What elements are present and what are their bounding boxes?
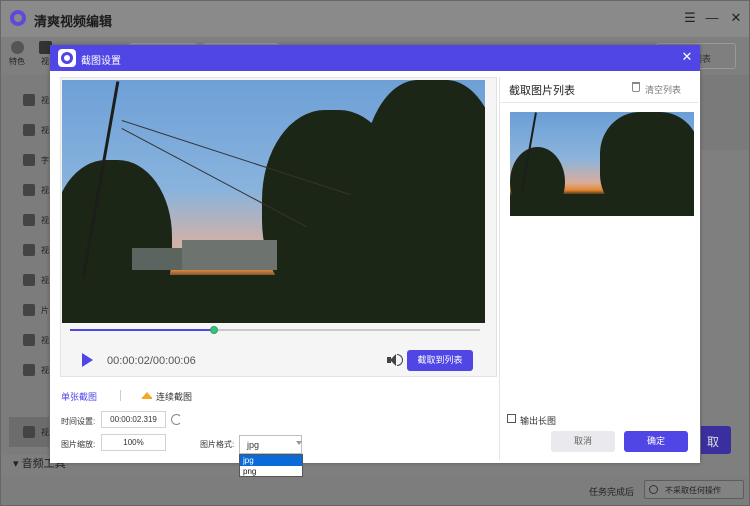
tool-icon	[23, 244, 35, 256]
after-task-select[interactable]: 不采取任何操作	[644, 480, 744, 499]
sidebar: 视 视 字 视 视 视 视 片 视 视 视	[1, 75, 51, 455]
progress-knob[interactable]	[209, 326, 218, 334]
tool-icon	[23, 274, 35, 286]
dialog-title: 截图设置	[81, 56, 121, 67]
sidebar-item[interactable]: 片	[9, 295, 49, 325]
tool-icon	[23, 214, 35, 226]
tool-icon	[23, 184, 35, 196]
capture-list-title: 截取图片列表	[509, 85, 575, 97]
sidebar-item[interactable]: 视	[9, 235, 49, 265]
house-shape	[182, 240, 277, 270]
mode-divider	[120, 390, 121, 401]
bush-shape	[62, 275, 485, 323]
menu-icon[interactable]: ☰	[682, 10, 698, 26]
crown-icon	[142, 390, 152, 399]
format-select[interactable]: jpg	[239, 435, 302, 454]
minimize-icon[interactable]: —	[704, 10, 720, 25]
dialog-close-icon[interactable]: ✕	[680, 49, 694, 65]
capture-to-list-button[interactable]: 截取到列表	[407, 350, 473, 371]
clear-list-link[interactable]: 清空列表	[645, 83, 681, 96]
cancel-button[interactable]: 取消	[551, 431, 615, 452]
tool-icon	[23, 334, 35, 346]
chevron-down-icon	[296, 441, 302, 445]
sidebar-item[interactable]: 视	[9, 175, 49, 205]
mode-continuous-tab[interactable]: 连续截图	[156, 390, 192, 403]
sidebar-item[interactable]: 视	[9, 115, 49, 145]
video-preview[interactable]	[62, 80, 485, 323]
captured-thumbnail[interactable]	[510, 112, 694, 216]
progress-fill	[70, 329, 214, 331]
close-icon[interactable]: ✕	[728, 10, 744, 26]
app-title: 清爽视频编辑	[34, 14, 113, 29]
scale-label: 图片缩放:	[61, 440, 96, 449]
format-option-png[interactable]: png	[240, 466, 302, 477]
status-bar	[1, 476, 749, 505]
sidebar-item[interactable]: 视	[9, 265, 49, 295]
sidebar-item[interactable]: 视	[9, 355, 49, 385]
dialog-logo-icon	[58, 49, 76, 67]
app-logo	[10, 10, 26, 26]
tool-icon	[23, 154, 35, 166]
bush-shape	[510, 194, 694, 216]
sidebar-item[interactable]: 视	[9, 205, 49, 235]
sidebar-item[interactable]: 视	[9, 85, 49, 115]
divider	[500, 102, 698, 103]
action-button[interactable]: 取	[701, 426, 731, 454]
format-label: 图片格式:	[200, 440, 235, 449]
star-icon	[10, 41, 24, 54]
time-setting-label: 时间设置:	[61, 417, 96, 426]
dialog-header: 截图设置 ✕	[50, 45, 700, 71]
prohibit-icon	[649, 485, 658, 494]
format-option-jpg[interactable]: jpg	[240, 455, 302, 466]
tool-icon	[23, 304, 35, 316]
confirm-button[interactable]: 确定	[624, 431, 688, 452]
sidebar-item[interactable]: 视	[9, 325, 49, 355]
sidebar-item-active[interactable]: 视	[9, 417, 49, 447]
time-setting-input[interactable]: 00:00:02.319	[101, 411, 166, 428]
scale-input[interactable]: 100%	[101, 434, 166, 451]
tool-icon	[23, 94, 35, 106]
time-display: 00:00:02/00:00:06	[107, 355, 196, 367]
trash-icon[interactable]	[632, 82, 640, 92]
sidebar-item[interactable]: 字	[9, 145, 49, 175]
screenshot-settings-dialog: 截图设置 ✕ 00:00:02/00:00:06 截取到列表 单张截图 连续截图…	[50, 45, 700, 477]
tool-icon	[23, 124, 35, 136]
app-titlebar: 清爽视频编辑 ☰ — ✕	[1, 1, 749, 37]
tab-featured[interactable]: 特色	[4, 39, 30, 67]
play-icon[interactable]	[76, 350, 96, 370]
tool-icon	[23, 364, 35, 376]
output-long-checkbox[interactable]	[507, 414, 516, 423]
format-dropdown: jpg png	[239, 454, 303, 477]
after-task-label: 任务完成后	[589, 487, 635, 497]
tool-icon	[23, 426, 35, 438]
progress-track[interactable]	[70, 326, 480, 334]
output-long-label: 输出长图	[520, 416, 557, 426]
mode-single-tab[interactable]: 单张截图	[61, 390, 97, 403]
content-area	[701, 75, 749, 150]
refresh-icon[interactable]	[171, 414, 182, 425]
